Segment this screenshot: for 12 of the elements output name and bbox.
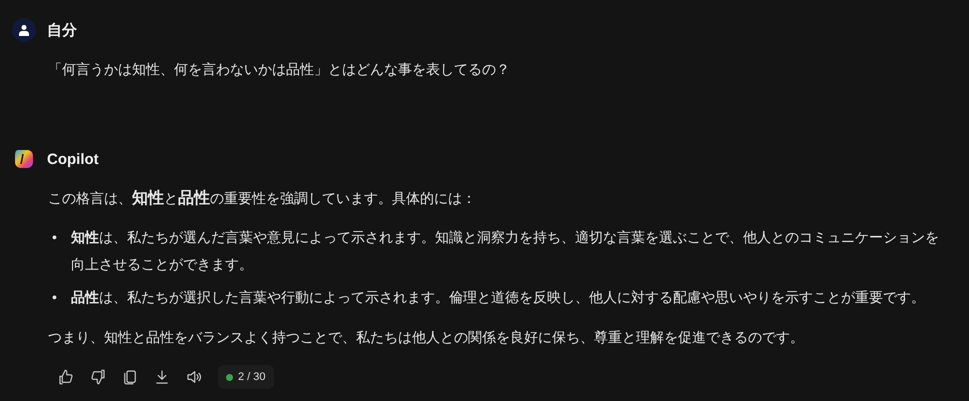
answer-bullet: 品性は、私たちが選択した言葉や行動によって示されます。倫理と道徳を反映し、他人に対する配慮や思いやりを示すことが重要です。 xyxy=(71,288,926,307)
answer-bullet: 知性は、私たちが選んだ言葉や意見によって示されます。知識と洞察力を持ち、適切な言葉を選ぶことで、他人とのコミュニケーションを向上させることができます。 xyxy=(71,228,940,274)
user-name: 自分 xyxy=(47,20,77,40)
bullet-marker: • xyxy=(51,288,58,307)
copilot-logo-icon xyxy=(12,147,36,171)
response-counter: 2 / 30 xyxy=(218,365,274,389)
user-avatar-icon xyxy=(12,18,36,42)
bullet-marker: • xyxy=(51,228,58,247)
answer-intro: この格言は、知性と品性の重要性を強調しています。具体的には： xyxy=(48,188,477,209)
assistant-name: Copilot xyxy=(47,150,99,168)
user-message: 「何言うかは知性、何を言わないかは品性」とはどんな事を表してるの？ xyxy=(48,61,510,77)
answer-conclusion: つまり、知性と品性をバランスよく持つことで、私たちは他人との関係を良好に保ち、尊重と理解を促進できるのです。 xyxy=(48,328,805,347)
